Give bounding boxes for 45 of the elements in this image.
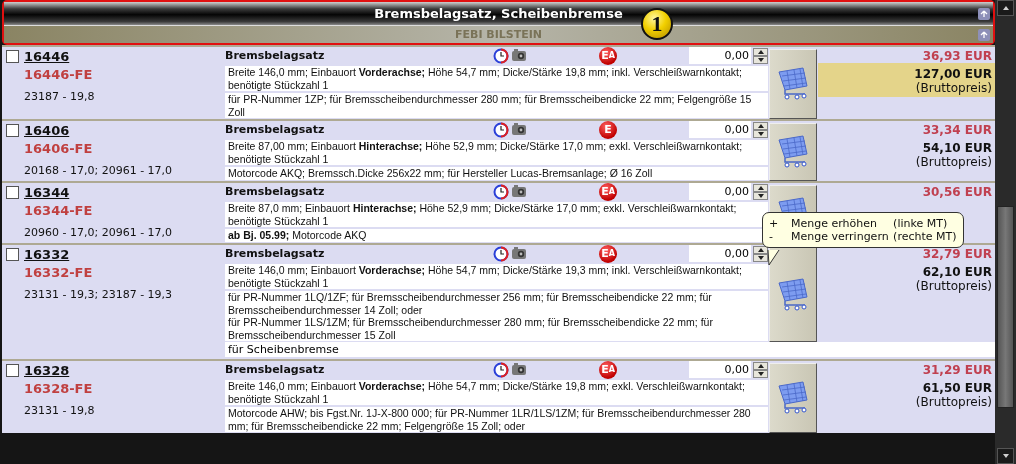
brand-name: FEBI BILSTEIN xyxy=(454,28,543,41)
gross-price-note: (Bruttopreis) xyxy=(915,279,992,293)
article-code: 16406-FE xyxy=(24,141,94,156)
article-code: 16328-FE xyxy=(24,381,94,396)
tooltip-label: Menge erhöhen xyxy=(791,217,878,230)
tooltip-hint: (linke MT) xyxy=(893,217,949,230)
reference-numbers: 23187 - 19,8 xyxy=(24,90,96,103)
gross-price-note: (Bruttopreis) xyxy=(915,81,992,95)
product-title: Bremsbelagsatz xyxy=(225,363,326,376)
description-text: für PR-Nummer 1LS/1ZM; für Bremsscheibendurchmesser 280 mm; für Bremsscheibendicke 22 mm; für Bremsscheibendurchmesser 15 Zoll xyxy=(228,316,714,341)
description-text: Motorcode AHW; bis Fgst.Nr. 1J-X-800 000; für PR-Nummer 1LR/1LS/1ZM; für Bremsscheibendurchmesser 280 mm; für Bremsscheibendicke 22 mm; Felgengröße 15 Zoll; oder xyxy=(228,407,752,432)
gross-price: 54,10 EUR xyxy=(922,141,992,155)
tooltip-label: Menge verringern xyxy=(791,230,890,243)
product-title: Bremsbelagsatz xyxy=(225,49,326,62)
gross-price-note: (Bruttopreis) xyxy=(915,155,992,169)
reference-numbers: 23131 - 19,3; 23187 - 19,3 xyxy=(24,288,174,301)
gross-price: 61,50 EUR xyxy=(922,381,992,395)
tooltip-hint: (rechte MT) xyxy=(893,230,957,243)
net-price: 31,29 EUR xyxy=(921,362,993,377)
gross-price: 127,00 EUR xyxy=(914,67,992,81)
gross-price: 62,10 EUR xyxy=(922,265,992,279)
description-text: Breite 87,00 mm; Einbauort Hinterachse; Höhe 52,9 mm; Dicke/Stärke 17,0 mm; exkl. Verschleißwarnkontakt; benötigte Stückzahl 1 xyxy=(228,140,744,165)
product-title: Bremsbelagsatz xyxy=(225,123,326,136)
group-title: Bremsbelagsatz, Scheibenbremse xyxy=(374,6,623,21)
net-price: 32,79 EUR xyxy=(921,246,993,261)
description-text: Breite 146,0 mm; Einbauort Vorderachse; Höhe 54,7 mm; Dicke/Stärke 19,8 mm; exkl. Verschleißwarnkontakt; benötigte Stückzahl 1 xyxy=(228,380,746,405)
reference-numbers: 20168 - 17,0; 20961 - 17,0 xyxy=(24,164,174,177)
description-text: für PR-Nummer 1ZP; für Bremsscheibendurchmesser 280 mm; für Bremsscheibendicke 22 mm; Felgengröße 15 Zoll xyxy=(228,93,753,118)
description-text: Motorcode AKQ; Bremssch.Dicke 256x22 mm; für Hersteller Lucas-Bremsanlage; Ø 16 Zoll xyxy=(228,167,654,180)
product-title: Bremsbelagsatz xyxy=(225,185,326,198)
reference-numbers: 20960 - 17,0; 20961 - 17,0 xyxy=(24,226,174,239)
net-price: 36,93 EUR xyxy=(921,48,993,63)
article-code: 16446-FE xyxy=(24,67,94,82)
product-title: Bremsbelagsatz xyxy=(225,247,326,260)
net-price: 33,34 EUR xyxy=(921,122,993,137)
tooltip-sign: + xyxy=(769,217,780,230)
reference-numbers: 23131 - 19,8 xyxy=(24,404,96,417)
gross-price-note: (Bruttopreis) xyxy=(915,395,992,409)
article-code: 16332-FE xyxy=(24,265,94,280)
note-text: für Scheibenbremse xyxy=(225,342,995,357)
net-price: 30,56 EUR xyxy=(921,184,993,199)
availability-badge: E xyxy=(599,120,617,139)
article-code: 16344-FE xyxy=(24,203,94,218)
description-text: ab Bj. 05.99; Motorcode AKQ xyxy=(228,229,368,242)
tooltip-sign: - xyxy=(769,230,774,243)
